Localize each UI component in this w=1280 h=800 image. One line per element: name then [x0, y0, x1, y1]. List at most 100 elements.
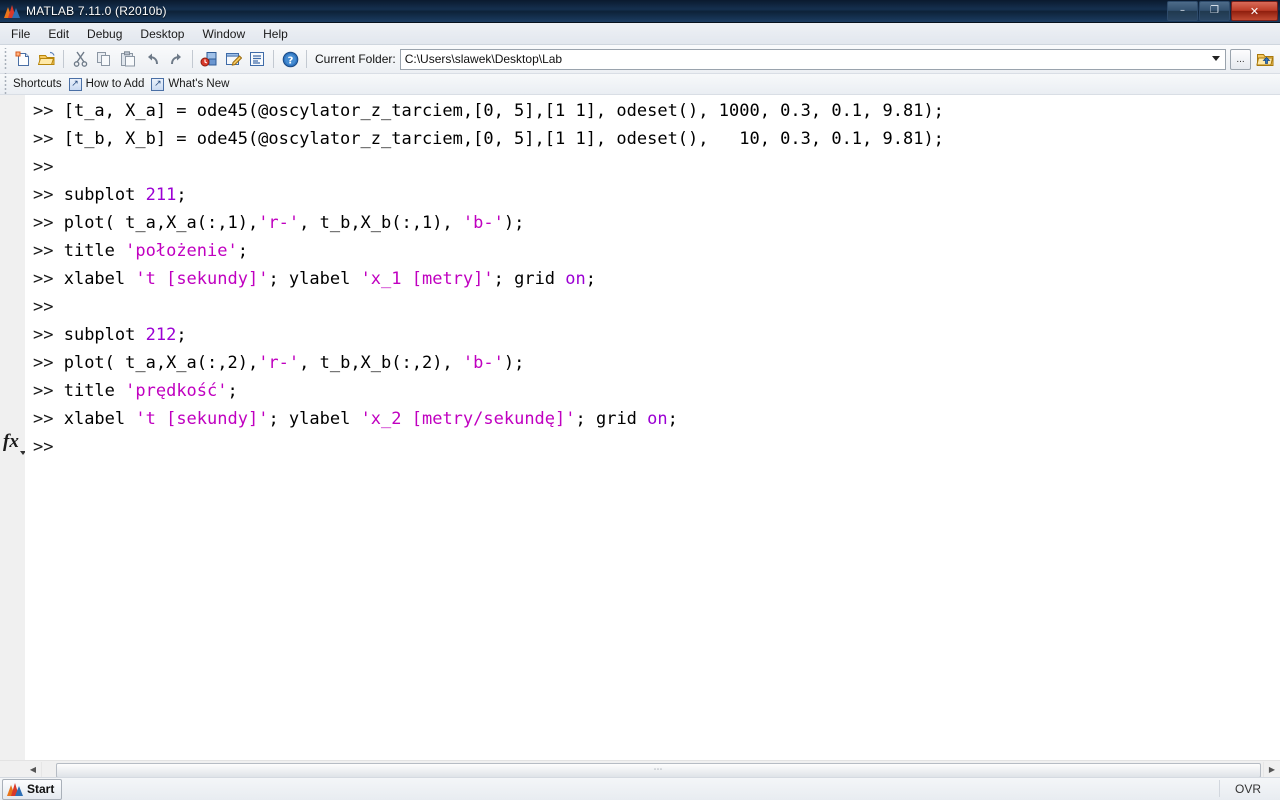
- horizontal-scrollbar[interactable]: ◀ ⋯ ▶: [0, 760, 1280, 778]
- window-titlebar: MATLAB 7.11.0 (R2010b) – ❐ ✕: [0, 0, 1280, 23]
- shortcuts-bar: Shortcuts ↗ How to Add ↗ What's New: [0, 73, 1280, 95]
- code-token: title: [63, 241, 126, 261]
- keyword-token: on: [565, 269, 586, 289]
- code-token: );: [503, 213, 525, 233]
- paste-button[interactable]: [116, 47, 140, 71]
- prompt-marker: >>: [33, 325, 64, 345]
- whats-new-link[interactable]: What's New: [168, 78, 229, 90]
- function-browser-button[interactable]: fx: [3, 432, 19, 451]
- copy-button[interactable]: [92, 47, 116, 71]
- prompt-marker: >>: [33, 409, 64, 429]
- how-to-add-arrow-icon[interactable]: ↗: [68, 77, 82, 91]
- current-folder-value: C:\Users\slawek\Desktop\Lab: [404, 52, 563, 66]
- toolbar-drag-handle[interactable]: [2, 48, 9, 70]
- scroll-left-button[interactable]: ◀: [25, 761, 41, 777]
- chevron-down-icon[interactable]: [1212, 55, 1220, 61]
- command-prompt-active[interactable]: >>: [25, 433, 1280, 461]
- code-token: , t_b,X_b(:,2),: [299, 353, 463, 373]
- guide-button[interactable]: [221, 47, 245, 71]
- help-button[interactable]: ?: [278, 47, 302, 71]
- string-token: 'x_2 [metry/sekundę]': [360, 409, 576, 429]
- scrollbar-track[interactable]: ⋯: [41, 761, 1264, 778]
- prompt-marker: >>: [33, 269, 64, 289]
- current-folder-label: Current Folder:: [315, 52, 396, 66]
- command-line: >> subplot 211;: [25, 181, 1280, 209]
- command-output-area[interactable]: >> [t_a, X_a] = ode45(@oscylator_z_tarci…: [25, 95, 1280, 760]
- arrow-glyph: ↗: [71, 78, 79, 89]
- new-script-button[interactable]: [11, 47, 35, 71]
- window-title: MATLAB 7.11.0 (R2010b): [26, 4, 167, 18]
- code-token: ;: [227, 381, 238, 401]
- simulink-button[interactable]: [197, 47, 221, 71]
- scrollbar-thumb[interactable]: ⋯: [56, 762, 1261, 778]
- code-token: [t_a, X_a] = ode45(@oscylator_z_tarciem,…: [63, 101, 944, 121]
- menu-item-file[interactable]: File: [2, 25, 39, 43]
- start-button[interactable]: Start: [2, 778, 63, 800]
- whats-new-arrow-icon[interactable]: ↗: [151, 77, 165, 91]
- string-token: 't [sekundy]': [135, 269, 269, 289]
- string-token: 'b-': [462, 353, 504, 373]
- cut-button[interactable]: [68, 47, 92, 71]
- menu-bar: File Edit Debug Desktop Window Help: [0, 23, 1280, 45]
- menu-item-window[interactable]: Window: [193, 25, 254, 43]
- profiler-icon: [250, 52, 264, 66]
- command-line: >> [t_b, X_b] = ode45(@oscylator_z_tarci…: [25, 125, 1280, 153]
- command-line: >> [t_a, X_a] = ode45(@oscylator_z_tarci…: [25, 97, 1280, 125]
- undo-button[interactable]: [140, 47, 164, 71]
- code-token: ;: [585, 269, 597, 289]
- menu-item-desktop[interactable]: Desktop: [131, 25, 193, 43]
- arrow-glyph: ↗: [154, 78, 162, 89]
- window-controls: – ❐ ✕: [1167, 1, 1278, 21]
- command-line: >> xlabel 't [sekundy]'; ylabel 'x_1 [me…: [25, 265, 1280, 293]
- profiler-button[interactable]: [245, 47, 269, 71]
- toolbar-separator-4: [306, 50, 307, 68]
- paste-icon: [121, 51, 135, 67]
- scroll-right-button[interactable]: ▶: [1264, 761, 1280, 777]
- shortcuts-drag-handle[interactable]: [2, 73, 9, 95]
- code-token: ;: [176, 325, 187, 345]
- prompt-marker: >>: [33, 185, 64, 205]
- menu-item-edit[interactable]: Edit: [39, 25, 78, 43]
- overwrite-mode-indicator[interactable]: OVR: [1219, 780, 1276, 797]
- minimize-button[interactable]: –: [1167, 1, 1198, 21]
- shortcuts-label[interactable]: Shortcuts: [13, 78, 62, 90]
- open-file-icon: [38, 51, 55, 65]
- browse-folder-button[interactable]: ...: [1230, 48, 1251, 70]
- menu-item-help[interactable]: Help: [254, 25, 297, 43]
- simulink-icon: [200, 51, 217, 66]
- close-button[interactable]: ✕: [1231, 1, 1278, 21]
- current-folder-combobox[interactable]: C:\Users\slawek\Desktop\Lab: [399, 48, 1226, 70]
- redo-button[interactable]: [164, 47, 188, 71]
- string-token: 'r-': [258, 353, 300, 373]
- help-icon: ?: [282, 51, 298, 67]
- status-bar: Start OVR: [0, 777, 1280, 800]
- code-token: subplot: [63, 185, 146, 205]
- prompt-marker: >>: [33, 437, 64, 457]
- string-token: 'r-': [258, 213, 300, 233]
- how-to-add-link[interactable]: How to Add: [86, 78, 145, 90]
- string-token: 'b-': [462, 213, 504, 233]
- command-line: >>: [25, 153, 1280, 181]
- command-window-gutter: fx: [0, 95, 26, 760]
- menu-item-debug[interactable]: Debug: [78, 25, 131, 43]
- prompt-marker: >>: [33, 381, 64, 401]
- start-button-label: Start: [27, 782, 55, 796]
- folder-up-icon: [1255, 53, 1273, 66]
- restore-button[interactable]: ❐: [1199, 1, 1230, 21]
- up-one-level-button[interactable]: [1254, 48, 1276, 70]
- code-token: ; ylabel: [268, 269, 361, 289]
- string-token: 'prędkość': [125, 381, 228, 401]
- code-token: plot( t_a,X_a(:,1),: [63, 213, 259, 233]
- prompt-marker: >>: [33, 129, 64, 149]
- command-line: >>: [25, 293, 1280, 321]
- guide-icon: [225, 53, 242, 66]
- code-token: ;: [176, 185, 187, 205]
- code-token: );: [503, 353, 525, 373]
- keyword-token: on: [647, 409, 668, 429]
- prompt-marker: >>: [33, 241, 64, 261]
- matlab-membrane-icon: [7, 782, 23, 796]
- command-line: >> subplot 212;: [25, 321, 1280, 349]
- cut-icon: [73, 51, 87, 67]
- toolbar-separator-3: [273, 50, 274, 68]
- open-file-button[interactable]: [35, 47, 59, 71]
